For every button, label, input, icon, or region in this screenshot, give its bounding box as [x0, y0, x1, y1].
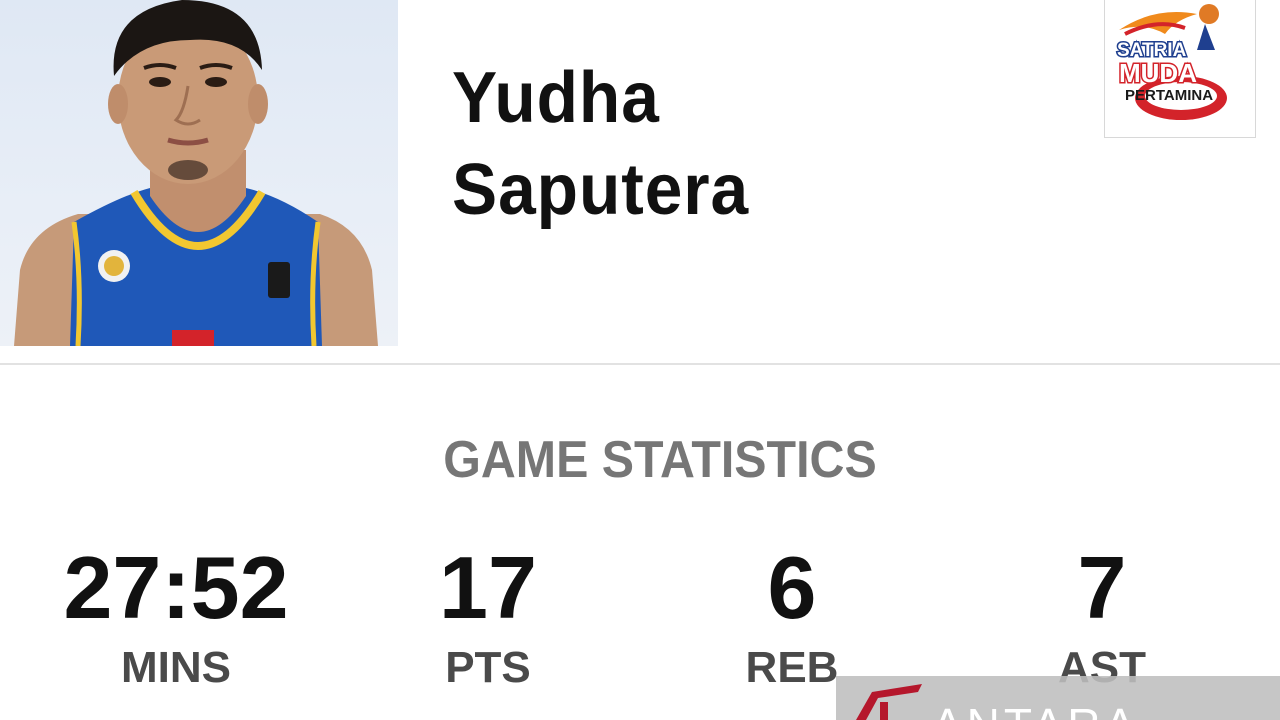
stat-reb: 6 REB: [642, 536, 942, 696]
antara-logo-icon: [856, 684, 922, 720]
stat-mins: 27:52 MINS: [26, 536, 326, 696]
stat-value: 27:52: [63, 538, 289, 637]
logo-line-muda: MUDA: [1119, 58, 1197, 88]
stat-label: PTS: [445, 643, 531, 692]
stat-label: MINS: [121, 643, 231, 692]
watermark-text: ANTARA: [932, 698, 1139, 720]
section-divider: [0, 363, 1280, 365]
antara-watermark: ANTARA: [836, 676, 1280, 720]
stat-value: 7: [1077, 538, 1127, 637]
player-portrait-image: [14, 0, 378, 346]
player-first-name: Yudha: [452, 58, 660, 138]
stat-pts: 17 PTS: [338, 536, 638, 696]
stat-ast: 7 AST: [952, 536, 1252, 696]
section-title: GAME STATISTICS: [443, 431, 877, 489]
satria-muda-logo-icon: SATRIA MUDA PERTAMINA: [1116, 4, 1227, 120]
team-logo: SATRIA MUDA PERTAMINA: [1104, 0, 1256, 138]
stat-value: 6: [767, 538, 817, 637]
logo-line-pertamina: PERTAMINA: [1125, 87, 1213, 104]
player-last-name: Saputera: [452, 150, 750, 230]
player-photo: [0, 0, 398, 346]
stat-value: 17: [439, 538, 537, 637]
player-name: Yudha Saputera: [452, 52, 749, 236]
